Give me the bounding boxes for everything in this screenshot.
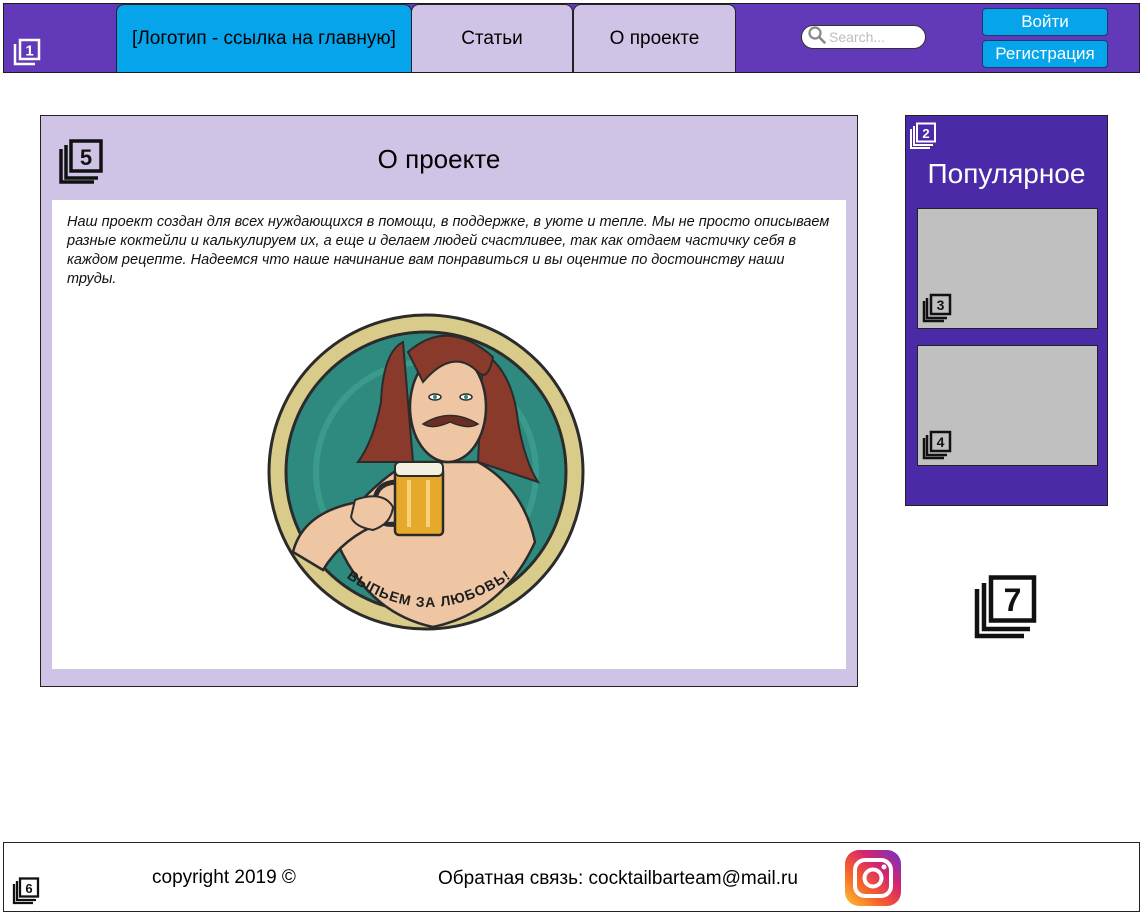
about-text: Наш проект создан для всех нуждающихся в… — [67, 214, 830, 287]
instagram-icon[interactable] — [844, 849, 902, 907]
register-button[interactable]: Регистрация — [982, 40, 1108, 68]
about-content: Наш проект создан для всех нуждающихся в… — [52, 200, 846, 669]
placeholder-4-icon: 4 — [922, 430, 952, 460]
tab-about[interactable]: О проекте — [573, 4, 736, 72]
svg-text:1: 1 — [25, 43, 33, 60]
svg-text:6: 6 — [25, 881, 32, 896]
placeholder-1-icon: 1 — [12, 37, 42, 67]
svg-text:4: 4 — [937, 434, 945, 450]
header-bar: 1 [Логотип - ссылка на главную] Статьи О… — [3, 3, 1140, 73]
search-icon — [808, 25, 826, 49]
login-button[interactable]: Войти — [982, 8, 1108, 36]
tab-articles[interactable]: Статьи — [411, 4, 573, 72]
placeholder-2-icon: 2 — [909, 122, 937, 150]
search-box[interactable] — [801, 25, 926, 49]
copyright-text: copyright 2019 © — [152, 867, 296, 888]
page-title: О проекте — [377, 144, 501, 174]
popular-title: Популярное — [927, 158, 1086, 189]
placeholder-7-icon: 7 — [974, 575, 1038, 639]
search-input[interactable] — [826, 28, 921, 46]
popular-card[interactable]: 3 — [917, 208, 1098, 329]
svg-text:2: 2 — [922, 126, 929, 141]
popular-sidebar: 2 Популярное 3 4 — [905, 115, 1108, 506]
placeholder-6-icon: 6 — [12, 877, 40, 905]
svg-text:3: 3 — [937, 297, 945, 313]
feedback-contact[interactable]: Обратная связь: cocktailbarteam@mail.ru — [438, 868, 798, 890]
placeholder-3-icon: 3 — [922, 293, 952, 323]
popular-card[interactable]: 4 — [917, 345, 1098, 466]
svg-text:7: 7 — [1004, 582, 1022, 618]
logo-home-link[interactable]: [Логотип - ссылка на главную] — [116, 4, 412, 72]
footer-bar: 6 copyright 2019 © Обратная связь: cockt… — [3, 842, 1140, 912]
about-panel: 5 О проекте Наш проект создан для всех н… — [40, 115, 858, 687]
beer-toast-illustration: ВЫПЬЕМ ЗА ЛЮБОВЬ! — [263, 312, 593, 648]
